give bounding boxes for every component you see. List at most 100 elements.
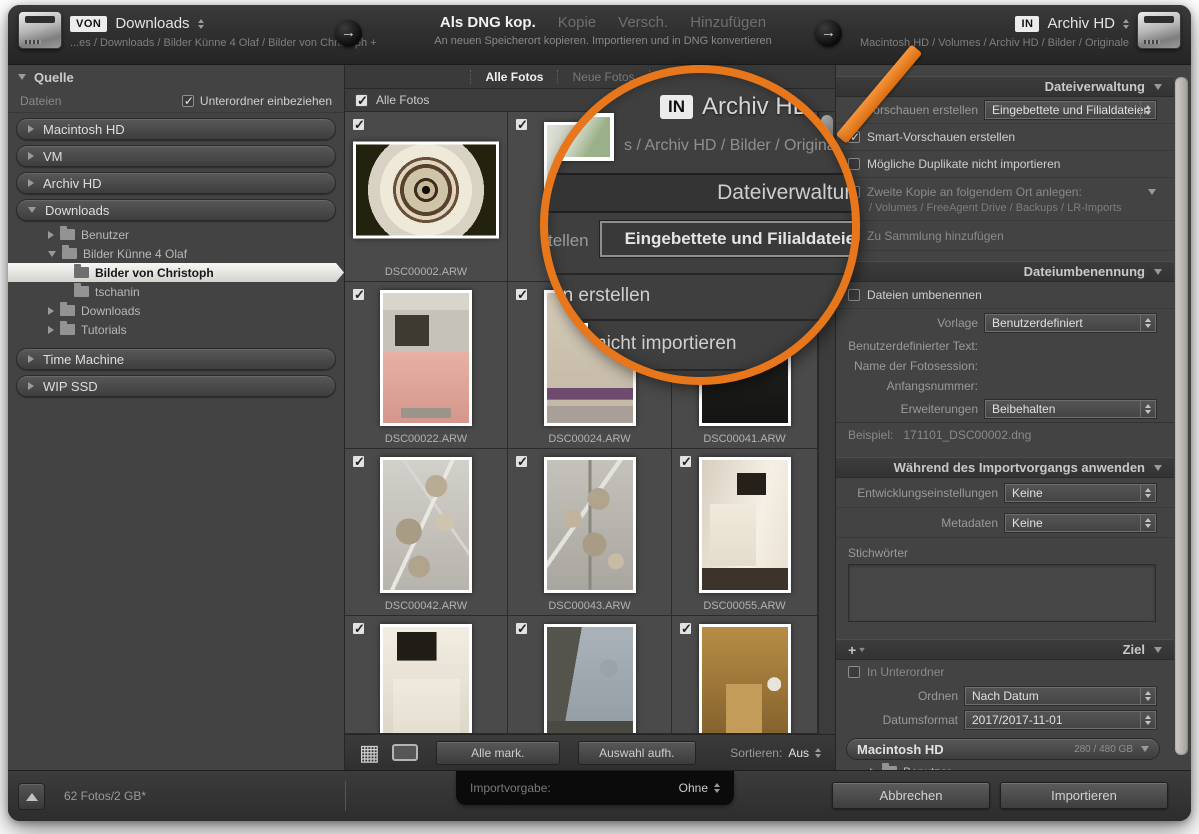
folder-tutorials[interactable]: Tutorials xyxy=(8,320,344,339)
photo-checkbox[interactable] xyxy=(515,455,528,468)
volume-label: VM xyxy=(43,149,63,164)
photo-checkbox[interactable] xyxy=(352,455,365,468)
folder-bilder-kuenne[interactable]: Bilder Künne 4 Olaf xyxy=(8,244,344,263)
into-subfolder-checkbox[interactable] xyxy=(848,666,860,678)
disclosure-triangle-icon[interactable] xyxy=(48,231,54,239)
chevron-updown-icon xyxy=(714,783,720,793)
folder-benutzer[interactable]: Benutzer xyxy=(8,225,344,244)
volume-macintosh-hd[interactable]: Macintosh HD xyxy=(16,118,336,140)
photo-checkbox[interactable] xyxy=(352,622,365,635)
organize-dropdown[interactable]: Nach Datum xyxy=(965,687,1156,705)
mode-move[interactable]: Versch. xyxy=(618,14,668,31)
sort-value[interactable]: Aus xyxy=(788,746,809,760)
magnified-divider xyxy=(540,319,860,321)
disclosure-triangle-icon[interactable] xyxy=(48,307,54,315)
template-dropdown[interactable]: Benutzerdefiniert xyxy=(985,314,1156,332)
start-number-label: Anfangsnummer: xyxy=(848,379,978,393)
photo-checkbox[interactable] xyxy=(352,288,365,301)
disclosure-triangle-icon[interactable] xyxy=(28,207,36,213)
import-preset-value[interactable]: Ohne xyxy=(679,781,708,795)
disclosure-triangle-icon[interactable] xyxy=(28,355,34,363)
folder-bilder-von-christoph-selected[interactable]: Bilder von Christoph xyxy=(8,263,344,282)
import-preset-label: Importvorgabe: xyxy=(470,781,551,795)
destination-header[interactable]: + Ziel xyxy=(836,639,1174,660)
volume-downloads[interactable]: Downloads xyxy=(16,199,336,221)
photo-checkbox[interactable] xyxy=(515,118,528,131)
import-button[interactable]: Importieren xyxy=(1000,782,1168,809)
photo-filename: DSC00024.ARW xyxy=(508,433,671,445)
photo-cell[interactable] xyxy=(508,616,672,734)
previews-dropdown[interactable]: Eingebettete und Filialdateien xyxy=(985,101,1156,119)
destination-selector[interactable]: Archiv HD xyxy=(1047,15,1115,32)
folder-icon xyxy=(62,248,77,259)
photo-cell[interactable]: DSC00022.ARW xyxy=(345,282,508,449)
cancel-button[interactable]: Abbrechen xyxy=(832,782,990,809)
disclosure-triangle-icon[interactable] xyxy=(28,125,34,133)
disclosure-triangle-icon[interactable] xyxy=(28,179,34,187)
folder-downloads[interactable]: Downloads xyxy=(8,301,344,320)
disclosure-triangle-icon[interactable] xyxy=(48,326,54,334)
volume-vm[interactable]: VM xyxy=(16,145,336,167)
photo-cell[interactable]: DSC00043.ARW xyxy=(508,449,672,616)
metadata-dropdown[interactable]: Keine xyxy=(1005,514,1156,532)
add-subfolder-icon[interactable]: + xyxy=(848,642,866,658)
group-checkbox[interactable] xyxy=(355,94,368,107)
disclosure-triangle-icon[interactable] xyxy=(28,152,34,160)
volume-time-machine[interactable]: Time Machine xyxy=(16,348,336,370)
file-renaming-title: Dateiumbenennung xyxy=(1024,264,1145,279)
check-all-button[interactable]: Alle mark. xyxy=(436,741,560,765)
photo-cell[interactable] xyxy=(345,616,508,734)
second-copy-path: / Volumes / FreeAgent Drive / Backups / … xyxy=(836,202,1174,221)
disclosure-triangle-icon[interactable] xyxy=(28,382,34,390)
date-format-dropdown[interactable]: 2017/2017-11-01 xyxy=(965,711,1156,729)
photo-checkbox[interactable] xyxy=(515,622,528,635)
disclosure-triangle-icon[interactable] xyxy=(48,251,56,257)
loupe-view-icon[interactable] xyxy=(392,744,418,761)
collapse-footer-button[interactable] xyxy=(18,783,45,810)
keywords-textarea[interactable] xyxy=(848,564,1156,622)
source-panel-header[interactable]: Quelle xyxy=(8,65,344,89)
apply-during-import-header[interactable]: Während des Importvorgangs anwenden xyxy=(836,457,1174,478)
include-subfolders-checkbox[interactable] xyxy=(182,95,194,107)
folder-tschanin[interactable]: tschanin xyxy=(8,282,344,301)
rename-files-checkbox[interactable] xyxy=(848,289,860,301)
include-subfolders-label: Unterordner einbeziehen xyxy=(200,94,332,108)
flow-arrow-icon: → xyxy=(335,20,362,47)
photo-cell[interactable]: DSC00002.ARW xyxy=(345,112,508,282)
photo-checkbox[interactable] xyxy=(515,288,528,301)
photo-filename: DSC00043.ARW xyxy=(508,600,671,612)
magnified-combo-label: tellen xyxy=(548,231,589,251)
uncheck-all-button[interactable]: Auswahl aufh. xyxy=(578,741,696,765)
volume-archiv-hd[interactable]: Archiv HD xyxy=(16,172,336,194)
develop-settings-dropdown[interactable]: Keine xyxy=(1005,484,1156,502)
magnified-panel-header: Dateiverwaltun xyxy=(540,173,860,213)
grid-view-icon[interactable]: ▦ xyxy=(359,742,380,764)
mode-add[interactable]: Hinzufügen xyxy=(690,14,766,31)
sort-control[interactable]: Sortieren: Aus xyxy=(730,746,821,760)
volume-wip-ssd[interactable]: WIP SSD xyxy=(16,375,336,397)
source-selector[interactable]: Downloads xyxy=(115,15,189,32)
mode-copy-as-dng[interactable]: Als DNG kop. xyxy=(440,14,536,31)
import-preset-bar[interactable]: Importvorgabe: Ohne xyxy=(456,771,734,805)
folder-label: Downloads xyxy=(81,304,140,318)
photo-cell[interactable]: DSC00055.ARW xyxy=(672,449,818,616)
photo-checkbox[interactable] xyxy=(679,455,692,468)
disclosure-triangle-icon[interactable] xyxy=(1141,746,1149,752)
settings-scrollbar-thumb[interactable] xyxy=(1175,77,1188,755)
photo-checkbox[interactable] xyxy=(352,118,365,131)
magnified-previews-dropdown: Eingebettete und Filialdateien xyxy=(600,221,860,257)
file-renaming-header[interactable]: Dateiumbenennung xyxy=(836,261,1174,282)
custom-text-label: Benutzerdefinierter Text: xyxy=(848,339,978,353)
chevron-down-icon[interactable] xyxy=(1148,189,1156,195)
source-panel-title: Quelle xyxy=(34,70,74,85)
extensions-dropdown[interactable]: Beibehalten xyxy=(985,400,1156,418)
tab-alle-fotos[interactable]: Alle Fotos xyxy=(470,70,557,84)
photo-cell[interactable] xyxy=(672,616,818,734)
dropdown-arrows-icon xyxy=(1140,401,1155,417)
destination-volume-bar[interactable]: Macintosh HD 280 / 480 GB xyxy=(846,738,1160,760)
collapse-triangle-icon xyxy=(1154,647,1162,653)
photo-cell[interactable]: DSC00042.ARW xyxy=(345,449,508,616)
mode-copy[interactable]: Kopie xyxy=(558,14,596,31)
photo-checkbox[interactable] xyxy=(679,622,692,635)
previews-value: Eingebettete und Filialdateien xyxy=(992,103,1150,117)
